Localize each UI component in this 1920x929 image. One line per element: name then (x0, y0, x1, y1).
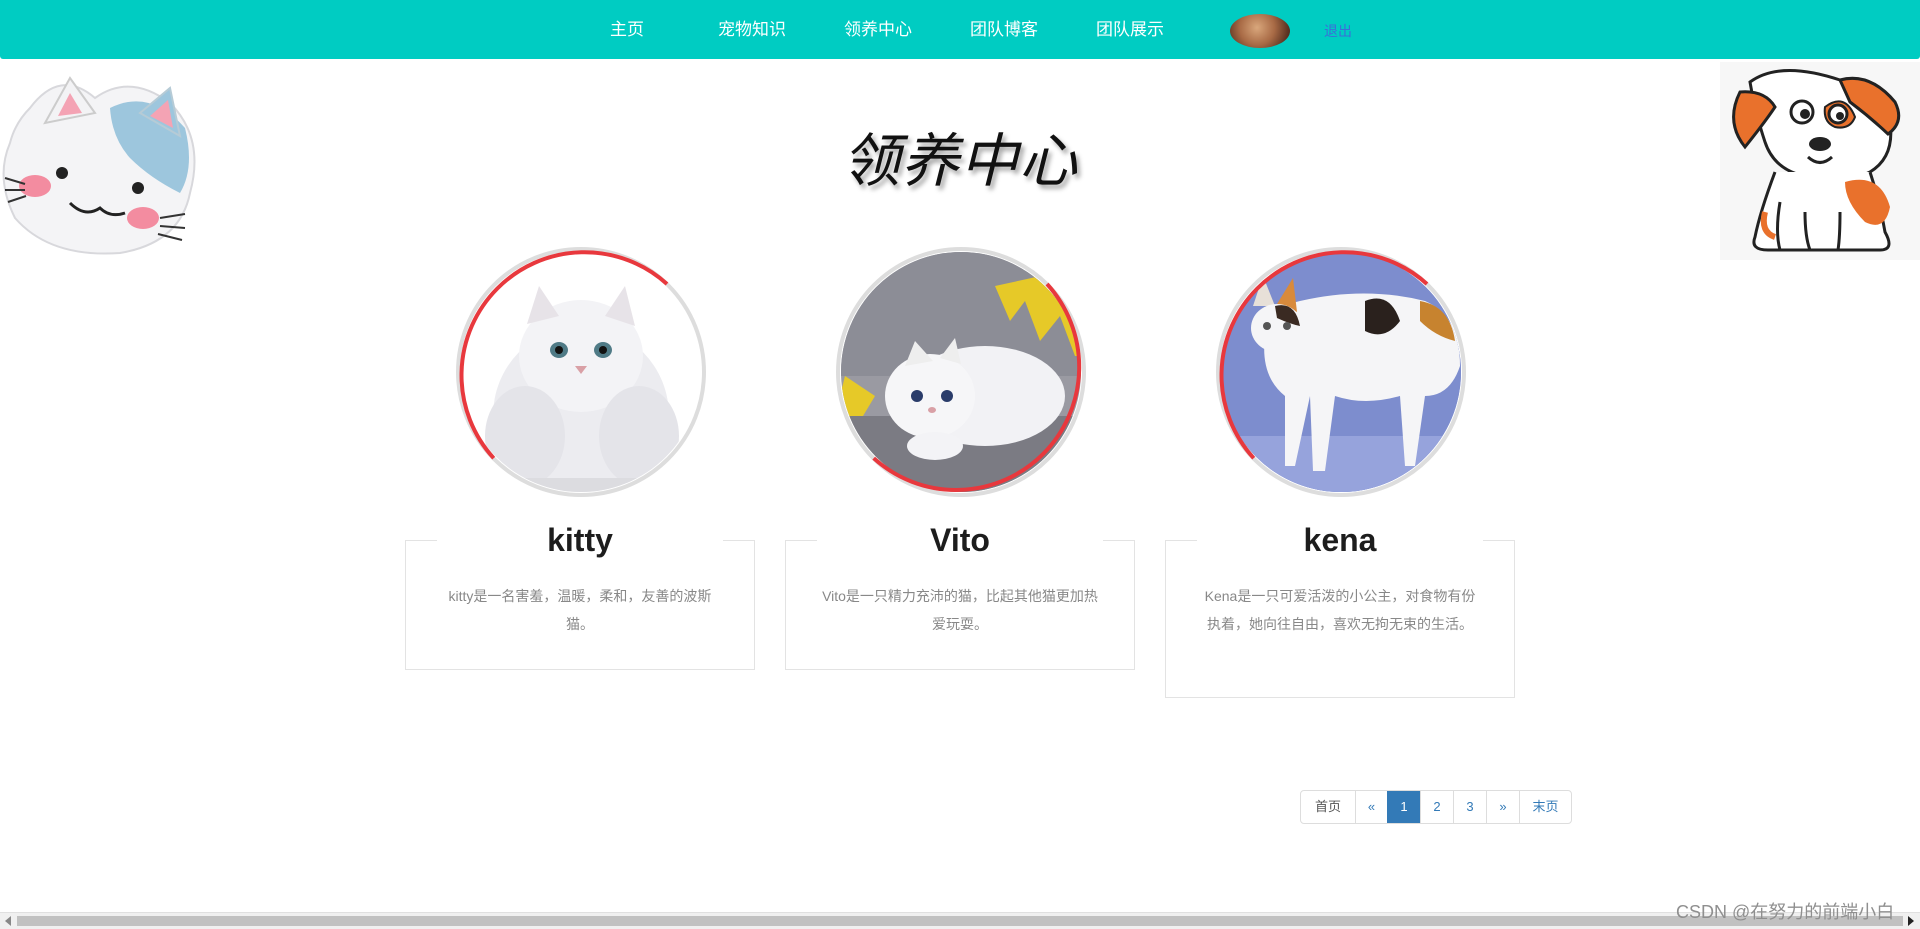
page-prev-button[interactable]: « (1355, 791, 1387, 823)
pet-name: kitty (547, 522, 613, 558)
page-next-button[interactable]: » (1486, 791, 1519, 823)
page-last-button[interactable]: 末页 (1519, 791, 1571, 823)
pagination: 首页 « 1 2 3 » 末页 (1300, 790, 1572, 824)
pet-name: Vito (930, 522, 990, 558)
horizontal-scrollbar[interactable] (0, 912, 1920, 929)
scrollbar-thumb[interactable] (17, 916, 1903, 926)
pet-photo-vito[interactable] (835, 246, 1087, 498)
pet-description: kitty是一名害羞，温暖，柔和，友善的波斯猫。 (448, 588, 712, 632)
watermark: CSDN @在努力的前端小白 (1676, 902, 1895, 922)
nav-item-adoption-center[interactable]: 领养中心 (844, 18, 912, 42)
scroll-right-icon[interactable] (1908, 916, 1914, 926)
pet-photo-kena[interactable] (1215, 246, 1467, 498)
page-title: 领养中心 (841, 129, 1078, 194)
pet-description: Vito是一只精力充沛的猫，比起其他猫更加热爱玩耍。 (822, 588, 1098, 632)
top-navbar: 主页 宠物知识 领养中心 团队博客 团队展示 退出 (0, 0, 1920, 59)
pet-photo-kitty[interactable] (455, 246, 707, 498)
logout-link[interactable]: 退出 (1324, 22, 1352, 40)
nav-item-pet-knowledge[interactable]: 宠物知识 (718, 18, 786, 42)
nav-item-home[interactable]: 主页 (610, 18, 644, 42)
nav-item-team-showcase[interactable]: 团队展示 (1096, 18, 1164, 42)
pet-description: Kena是一只可爱活泼的小公主，对食物有份执着，她向往自由，喜欢无拘无束的生活。 (1204, 588, 1476, 632)
nav-item-team-blog[interactable]: 团队博客 (970, 18, 1038, 42)
page-button-1[interactable]: 1 (1387, 791, 1420, 823)
page-button-3[interactable]: 3 (1453, 791, 1486, 823)
user-avatar[interactable] (1230, 14, 1290, 48)
page-button-2[interactable]: 2 (1420, 791, 1453, 823)
scroll-left-icon[interactable] (5, 916, 11, 926)
pet-name: kena (1303, 522, 1377, 558)
page-first-button[interactable]: 首页 (1301, 791, 1355, 823)
